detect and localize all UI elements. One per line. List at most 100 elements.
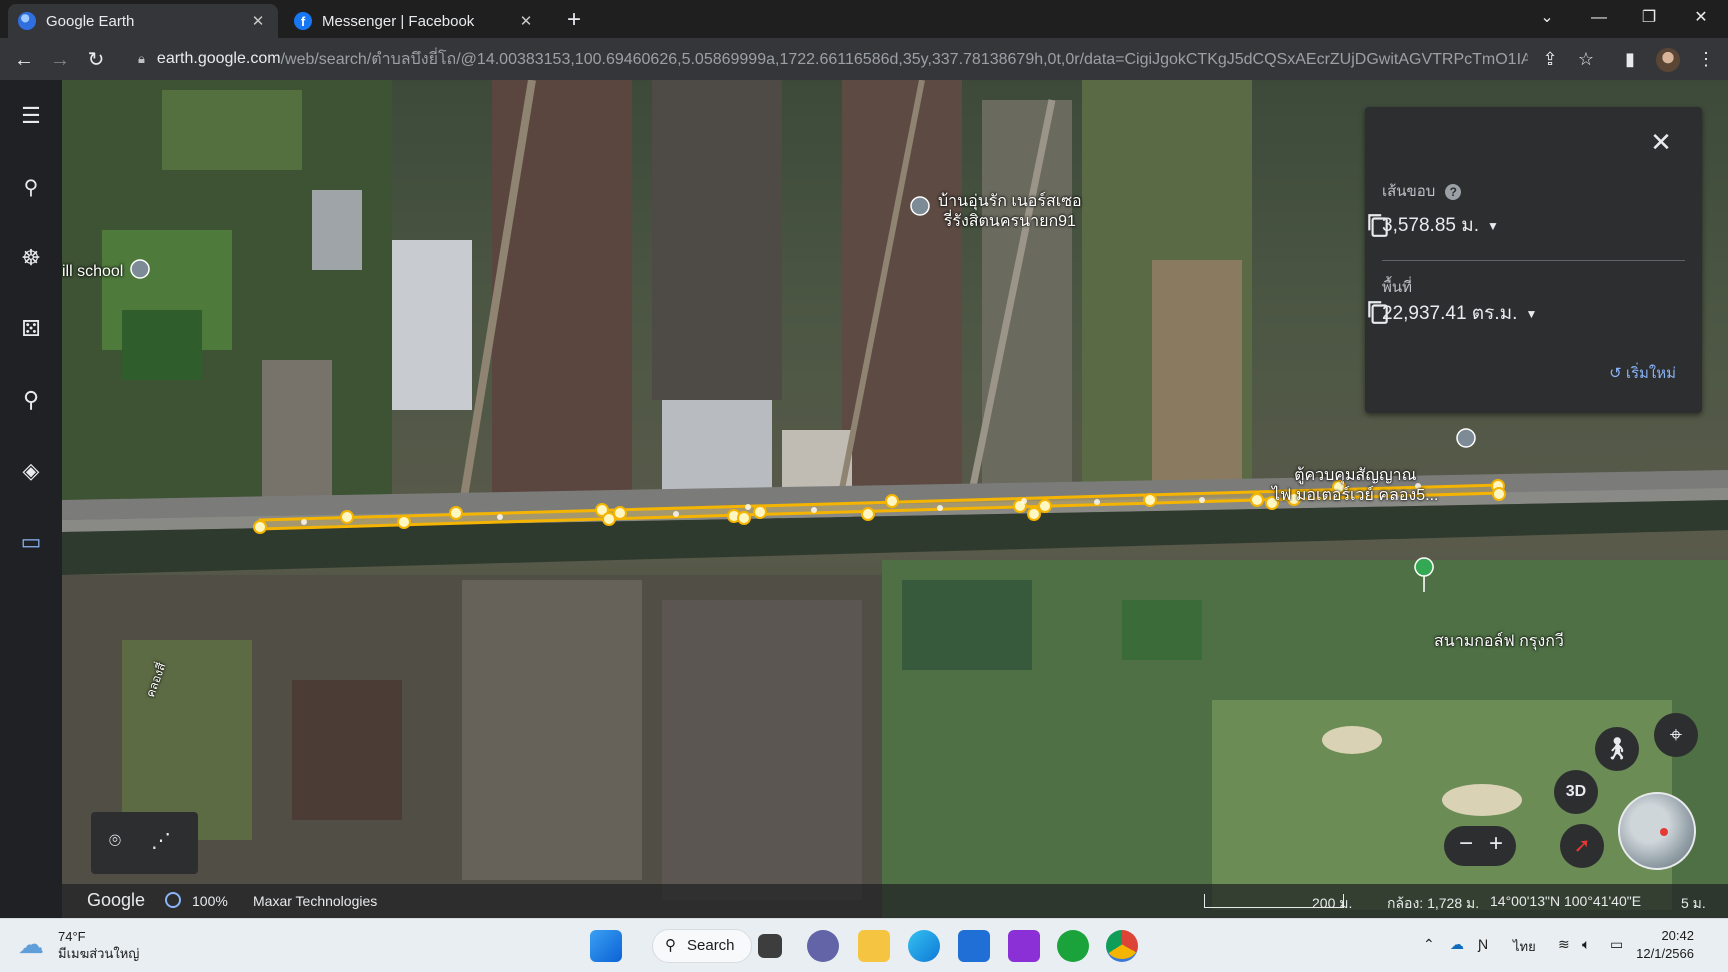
draw-path-icon[interactable]: ⋰ xyxy=(151,828,171,853)
file-explorer-icon[interactable] xyxy=(858,930,890,962)
volume-icon[interactable]: 🔈︎ xyxy=(1582,936,1590,953)
chat-icon[interactable] xyxy=(807,930,839,962)
temperature: 74°F xyxy=(58,929,86,944)
tab-search-icon[interactable]: ⌄ xyxy=(1522,0,1572,36)
onedrive-icon[interactable]: ☁ xyxy=(1450,936,1464,953)
share-icon[interactable]: ⇪ xyxy=(1534,42,1566,76)
map-label-signal-box-text: ตู้ควบคุมสัญญาณ ไฟ มอเตอร์เวย์ คลอง5... xyxy=(1272,467,1439,504)
close-tab-icon[interactable]: ✕ xyxy=(516,12,536,30)
new-tab-button[interactable]: + xyxy=(560,6,588,34)
restart-icon: ↺ xyxy=(1609,365,1622,382)
side-panel-icon[interactable]: ▮ xyxy=(1614,42,1646,76)
app-icon[interactable] xyxy=(1008,930,1040,962)
perimeter-label: เส้นขอบ? xyxy=(1382,179,1462,203)
map-label-signal-box[interactable]: ตู้ควบคุมสัญญาณ ไฟ มอเตอร์เวย์ คลอง5... xyxy=(1272,466,1438,506)
zoom-out-button[interactable]: − xyxy=(1452,830,1480,858)
back-button[interactable]: ← xyxy=(8,44,40,76)
chrome-icon[interactable] xyxy=(1106,930,1138,962)
earth-icon xyxy=(18,12,36,30)
url-path: /web/search/ตำบลบึงยี่โถ/@14.00383153,10… xyxy=(280,50,1528,68)
close-panel-button[interactable]: ✕ xyxy=(1646,127,1676,157)
map-label-golf[interactable]: สนามกอล์ฟ กรุงกวี xyxy=(1434,632,1564,652)
close-tab-icon[interactable]: ✕ xyxy=(248,12,268,30)
restart-label: เริ่มใหม่ xyxy=(1625,365,1676,382)
app-tray-icon[interactable]: Ɲ xyxy=(1478,936,1488,952)
maximize-button[interactable]: ❐ xyxy=(1624,0,1674,36)
close-window-button[interactable]: ✕ xyxy=(1676,0,1726,36)
measure-panel: ✕ เส้นขอบ? 3,578.85 ม. ▼ พื้นที่ 22,937.4… xyxy=(1365,107,1702,413)
menu-dots-icon[interactable]: ⋮ xyxy=(1690,42,1722,76)
date: 12/1/2566 xyxy=(1636,946,1694,961)
chevron-down-icon: ▼ xyxy=(1525,306,1538,321)
address-bar: ← → ↻ 🔒︎ earth.google.com/web/search/ตำบ… xyxy=(0,38,1728,80)
measure-icon[interactable]: ▭ xyxy=(11,522,51,562)
elevation: 5 ม. xyxy=(1681,895,1706,911)
edge-icon[interactable] xyxy=(908,930,940,962)
url-host: earth.google.com xyxy=(156,50,281,67)
map-view[interactable]: ill school บ้านอุ่นรัก เนอร์สเซอ รี่รังส… xyxy=(62,80,1728,918)
help-icon[interactable]: ? xyxy=(1445,184,1462,200)
map-label-nursery[interactable]: บ้านอุ่นรัก เนอร์สเซอ รี่รังสิตนครนายก91 xyxy=(938,192,1082,232)
bookmark-star-icon[interactable]: ☆ xyxy=(1570,42,1602,76)
xbox-icon[interactable] xyxy=(1057,930,1089,962)
clock[interactable]: 20:42 12/1/2566 xyxy=(1636,927,1694,963)
map-label-school[interactable]: ill school xyxy=(62,262,123,282)
area-value[interactable]: 22,937.41 ตร.ม. ▼ xyxy=(1382,298,1537,328)
weather-widget[interactable]: 74°F มีเมฆส่วนใหญ่ xyxy=(58,928,139,962)
status-bar: Google 100% Maxar Technologies 200 ม. กล… xyxy=(62,884,1728,918)
globe-minimap[interactable] xyxy=(1618,792,1696,870)
perimeter-value-text: 3,578.85 ม. xyxy=(1382,215,1480,236)
windows-taskbar: ☁ 74°F มีเมฆส่วนใหญ่ ⚲ Search ⌃ ☁ Ɲ ไทย … xyxy=(0,918,1728,972)
add-placemark-icon[interactable]: ⌾ xyxy=(109,830,121,853)
voyager-icon[interactable]: ☸ xyxy=(11,238,51,278)
weather-icon[interactable]: ☁ xyxy=(18,929,44,960)
wifi-icon[interactable]: ≋ xyxy=(1558,936,1570,953)
projects-icon[interactable]: ⚲ xyxy=(11,380,51,420)
perimeter-label-text: เส้นขอบ xyxy=(1382,183,1436,200)
feeling-lucky-icon[interactable]: ⚄ xyxy=(11,309,51,349)
lock-icon: 🔒︎ xyxy=(138,51,145,66)
restart-button[interactable]: ↺ เริ่มใหม่ xyxy=(1609,361,1676,385)
battery-icon[interactable]: ▭ xyxy=(1610,936,1623,953)
taskbar-search[interactable]: ⚲ Search xyxy=(652,929,752,963)
chevron-down-icon: ▼ xyxy=(1487,218,1499,233)
copy-icon[interactable] xyxy=(1365,299,1391,325)
google-logo: Google xyxy=(87,890,146,910)
minimize-button[interactable]: — xyxy=(1574,0,1624,36)
profile-avatar[interactable] xyxy=(1652,42,1684,76)
earth-sidebar: ☰ ⚲ ☸ ⚄ ⚲ ◈ ▭ xyxy=(0,80,62,918)
search-icon: ⚲ xyxy=(665,937,676,954)
tab-bar: Google Earth ✕ f Messenger | Facebook ✕ … xyxy=(0,0,1728,38)
show-hidden-icons[interactable]: ⌃ xyxy=(1423,936,1435,953)
tab-title: Google Earth xyxy=(46,12,135,30)
perimeter-value[interactable]: 3,578.85 ม. ▼ xyxy=(1382,210,1499,240)
search-icon[interactable]: ⚲ xyxy=(11,167,51,207)
scale-label: 200 ม. xyxy=(1312,895,1353,911)
my-location-button[interactable]: ⌖ xyxy=(1654,713,1698,757)
map-style-icon[interactable]: ◈ xyxy=(11,451,51,491)
map-label-nursery-text: บ้านอุ่นรัก เนอร์สเซอ รี่รังสิตนครนายก91 xyxy=(938,193,1082,230)
copy-icon[interactable] xyxy=(1365,212,1391,238)
forward-button[interactable]: → xyxy=(44,44,76,76)
area-value-text: 22,937.41 ตร.ม. xyxy=(1382,303,1518,324)
url-input[interactable]: 🔒︎ earth.google.com/web/search/ตำบลบึงยี… xyxy=(128,42,1528,76)
store-icon[interactable] xyxy=(958,930,990,962)
coordinates: 14°00'13"N 100°41'40"E xyxy=(1490,893,1642,909)
reload-button[interactable]: ↻ xyxy=(80,44,112,76)
time: 20:42 xyxy=(1661,928,1694,943)
tab-google-earth[interactable]: Google Earth ✕ xyxy=(8,4,278,38)
compass-button[interactable]: ➚ xyxy=(1560,824,1604,868)
three-d-toggle[interactable]: 3D xyxy=(1554,770,1598,814)
tab-messenger[interactable]: f Messenger | Facebook ✕ xyxy=(284,4,546,38)
facebook-icon: f xyxy=(294,12,312,30)
tab-title: Messenger | Facebook xyxy=(322,12,475,30)
task-view-icon[interactable] xyxy=(758,934,782,958)
imagery-attribution[interactable]: Maxar Technologies xyxy=(253,893,377,909)
pegman-button[interactable]: 🚶︎ xyxy=(1595,727,1639,771)
drawing-toolbox: ⌾ ⋰ xyxy=(91,812,198,874)
language-indicator[interactable]: ไทย xyxy=(1513,936,1536,957)
menu-icon[interactable]: ☰ xyxy=(11,96,51,136)
zoom-in-button[interactable]: + xyxy=(1482,830,1510,858)
location-dot xyxy=(1660,828,1668,836)
start-icon[interactable] xyxy=(590,930,622,962)
